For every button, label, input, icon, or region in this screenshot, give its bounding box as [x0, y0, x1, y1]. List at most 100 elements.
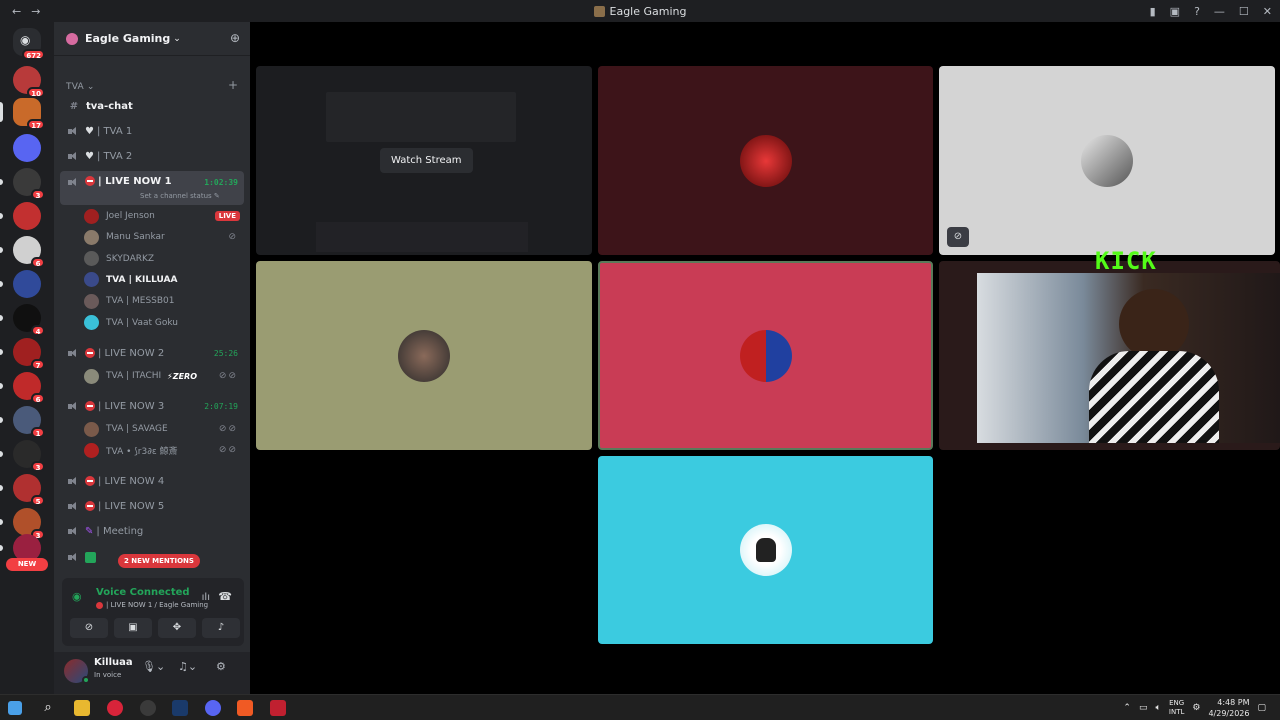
- activities-button[interactable]: ✥: [158, 618, 196, 638]
- unread-indicator: [0, 247, 3, 253]
- mention-badge: 6: [31, 393, 45, 404]
- volume-icon[interactable]: 🔈︎: [1155, 703, 1160, 713]
- opera-icon[interactable]: [107, 700, 123, 716]
- participant-tile-speaking[interactable]: [598, 261, 933, 450]
- server-icon[interactable]: 17: [13, 98, 45, 130]
- headphones-icon[interactable]: ♫⌄: [178, 660, 197, 673]
- server-icon[interactable]: 3: [13, 508, 45, 540]
- channel-live-now-3[interactable]: | LIVE NOW 3 2:07:19: [60, 395, 244, 417]
- meeting-icon: ✎: [85, 525, 94, 537]
- forward-arrow-icon[interactable]: →: [31, 5, 40, 18]
- participant-tile[interactable]: [598, 456, 933, 644]
- server-icon[interactable]: [13, 270, 41, 298]
- server-icon[interactable]: 10: [13, 66, 45, 98]
- noise-suppression-icon[interactable]: ılı: [202, 592, 210, 603]
- help-icon[interactable]: ?: [1194, 5, 1200, 18]
- minimize-icon[interactable]: —: [1214, 5, 1225, 18]
- voice-user[interactable]: TVA | Vaat Goku: [84, 313, 244, 333]
- new-pill[interactable]: NEW: [6, 558, 48, 571]
- muted-icon: ⊘: [228, 232, 238, 243]
- voice-user[interactable]: TVA | KILLUAA: [84, 270, 244, 290]
- stream-preview-footer: [316, 222, 528, 252]
- voice-user[interactable]: TVA • ⟆r3∂ε 鯨斎 ⊘⊘: [84, 440, 244, 460]
- discord-icon[interactable]: [205, 700, 221, 716]
- channel-meeting[interactable]: ✎ | Meeting: [60, 520, 244, 542]
- voice-user[interactable]: TVA | ITACHI ⚡ZERO ⊘⊘: [84, 366, 244, 386]
- mention-badge: 10: [27, 87, 45, 98]
- server-icon[interactable]: 3: [13, 440, 45, 472]
- stream-tile[interactable]: Watch Stream: [256, 66, 592, 255]
- search-icon[interactable]: ⌕: [40, 700, 56, 716]
- server-icon[interactable]: 4: [13, 304, 45, 336]
- channel-live-now-4[interactable]: | LIVE NOW 4: [60, 470, 244, 492]
- mention-badge: 3: [31, 461, 45, 472]
- username[interactable]: Killuaa: [94, 657, 133, 668]
- server-icon[interactable]: 1: [13, 406, 45, 438]
- back-arrow-icon[interactable]: ←: [12, 5, 21, 18]
- notification-icon[interactable]: ▢: [1257, 703, 1266, 713]
- language-indicator[interactable]: ENG INTL: [1169, 699, 1184, 717]
- server-icon[interactable]: 3: [13, 168, 45, 200]
- voice-user[interactable]: SKYDARKZ: [84, 249, 244, 269]
- close-icon[interactable]: ✕: [1263, 5, 1272, 18]
- channel-tva-2[interactable]: ♥ | TVA 2: [60, 145, 244, 167]
- channel-status[interactable]: Set a channel status ✎: [140, 192, 220, 200]
- disconnect-icon[interactable]: ☎: [218, 590, 232, 603]
- channel-live-now-5[interactable]: | LIVE NOW 5: [60, 495, 244, 517]
- server-icon[interactable]: 7: [13, 338, 45, 370]
- app-icon[interactable]: [270, 700, 286, 716]
- windows-start-icon[interactable]: [8, 701, 22, 715]
- speaker-icon: [68, 501, 78, 511]
- system-tray: ⌃ ▭ 🔈︎ ENG INTL ⚙ 4:48 PM 4/29/2026 ▢: [1123, 695, 1266, 720]
- channel-tva-1[interactable]: ♥ | TVA 1: [60, 120, 244, 142]
- camera-off-button[interactable]: ⊘: [70, 618, 108, 638]
- bookmark-icon[interactable]: ▮: [1150, 5, 1156, 18]
- channel-tva-chat[interactable]: # tva-chat: [60, 95, 244, 117]
- brave-icon[interactable]: [237, 700, 253, 716]
- server-icon[interactable]: 5: [13, 474, 45, 506]
- chrome-icon[interactable]: [140, 700, 156, 716]
- guild-header[interactable]: Eagle Gaming ⌄ ⊕: [54, 22, 250, 56]
- channel-sidebar: Eagle Gaming ⌄ ⊕ TVA ⌄ + # tva-chat ♥ | TV…: [54, 22, 250, 694]
- participant-avatar: [1081, 134, 1133, 187]
- invite-icon[interactable]: ⊕: [230, 31, 240, 45]
- voice-user[interactable]: TVA | MESSB01: [84, 291, 244, 311]
- server-icon[interactable]: [13, 202, 41, 230]
- speaker-icon: [68, 476, 78, 486]
- participant-tile[interactable]: [256, 261, 592, 450]
- server-icon[interactable]: [13, 134, 41, 162]
- participant-avatar: [739, 329, 792, 382]
- participant-tile[interactable]: [598, 66, 933, 255]
- watch-stream-button[interactable]: Watch Stream: [380, 148, 473, 173]
- soundboard-button[interactable]: ♪: [202, 618, 240, 638]
- microphone-icon[interactable]: 🎙︎⌄: [142, 660, 165, 673]
- screen-share-icon[interactable]: ▣: [1170, 5, 1180, 18]
- server-icon[interactable]: 6: [13, 372, 45, 404]
- network-icon[interactable]: ▭: [1139, 703, 1148, 713]
- webcam-tile[interactable]: KICK: [939, 247, 1280, 450]
- gear-icon[interactable]: ⚙: [216, 660, 226, 673]
- settings-icon[interactable]: ⚙: [1192, 703, 1200, 713]
- new-mentions-pill[interactable]: 2 NEW MENTIONS: [118, 554, 200, 568]
- home-button[interactable]: ◉ 672: [13, 28, 45, 60]
- clock[interactable]: 4:48 PM 4/29/2026: [1208, 697, 1249, 719]
- voice-connected-label[interactable]: Voice Connected: [96, 587, 190, 598]
- channel-live-now-2[interactable]: | LIVE NOW 2 25:26: [60, 342, 244, 364]
- speaker-icon: [68, 526, 78, 536]
- voice-user[interactable]: Manu Sankar ⊘: [84, 227, 244, 247]
- category-tva[interactable]: TVA ⌄: [66, 82, 95, 92]
- server-icon[interactable]: 6: [13, 236, 45, 268]
- screen-share-button[interactable]: ▣: [114, 618, 152, 638]
- maximize-icon[interactable]: ☐: [1239, 5, 1249, 18]
- file-explorer-icon[interactable]: [74, 700, 90, 716]
- add-channel-icon[interactable]: +: [228, 78, 238, 92]
- channel-timer: 2:07:19: [204, 401, 238, 411]
- steam-icon[interactable]: [172, 700, 188, 716]
- signal-icon[interactable]: ◉: [72, 590, 82, 603]
- voice-user[interactable]: Joel Jenson LIVE: [84, 206, 244, 226]
- mention-badge: 7: [31, 359, 45, 370]
- participant-tile[interactable]: ⊘: [939, 66, 1275, 255]
- chevron-up-icon[interactable]: ⌃: [1123, 703, 1131, 713]
- voice-user[interactable]: TVA | SAVAGE ⊘⊘: [84, 419, 244, 439]
- voice-channel-path[interactable]: | LIVE NOW 1 / Eagle Gaming: [96, 601, 208, 609]
